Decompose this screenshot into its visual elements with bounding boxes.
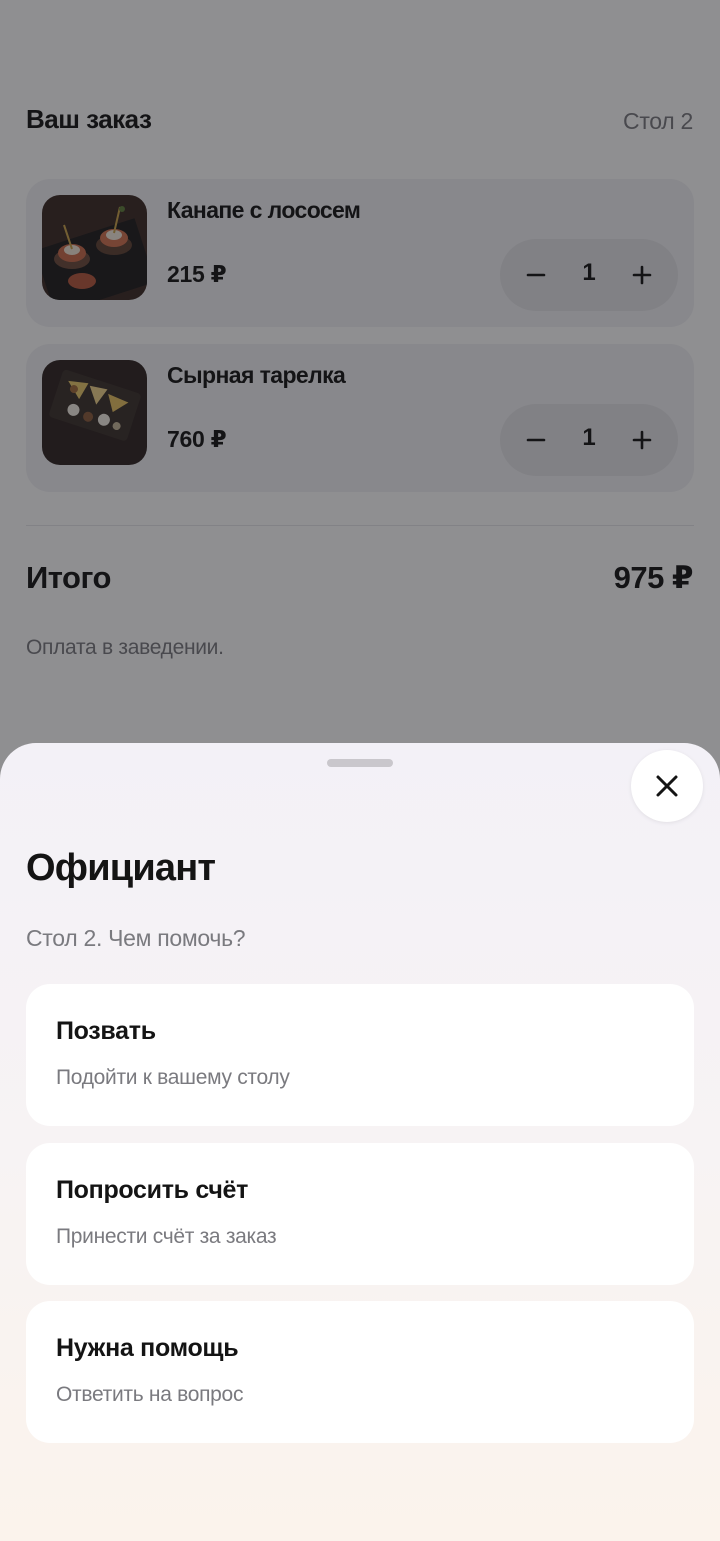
close-button[interactable] — [631, 750, 703, 822]
option-need-help[interactable]: Нужна помощь Ответить на вопрос — [26, 1301, 694, 1443]
option-call-waiter[interactable]: Позвать Подойти к вашему столу — [26, 984, 694, 1126]
option-request-bill[interactable]: Попросить счёт Принести счёт за заказ — [26, 1143, 694, 1285]
option-title: Нужна помощь — [56, 1334, 239, 1362]
sheet-subtitle: Стол 2. Чем помочь? — [26, 925, 246, 951]
sheet-drag-handle[interactable] — [327, 759, 393, 767]
option-description: Принести счёт за заказ — [56, 1225, 277, 1248]
close-icon — [656, 775, 678, 797]
option-description: Подойти к вашему столу — [56, 1066, 290, 1089]
option-title: Попросить счёт — [56, 1176, 249, 1204]
option-description: Ответить на вопрос — [56, 1383, 244, 1406]
option-title: Позвать — [56, 1017, 156, 1045]
waiter-bottom-sheet: Официант Стол 2. Чем помочь? Позвать Под… — [0, 743, 720, 1541]
sheet-title: Официант — [26, 847, 216, 889]
